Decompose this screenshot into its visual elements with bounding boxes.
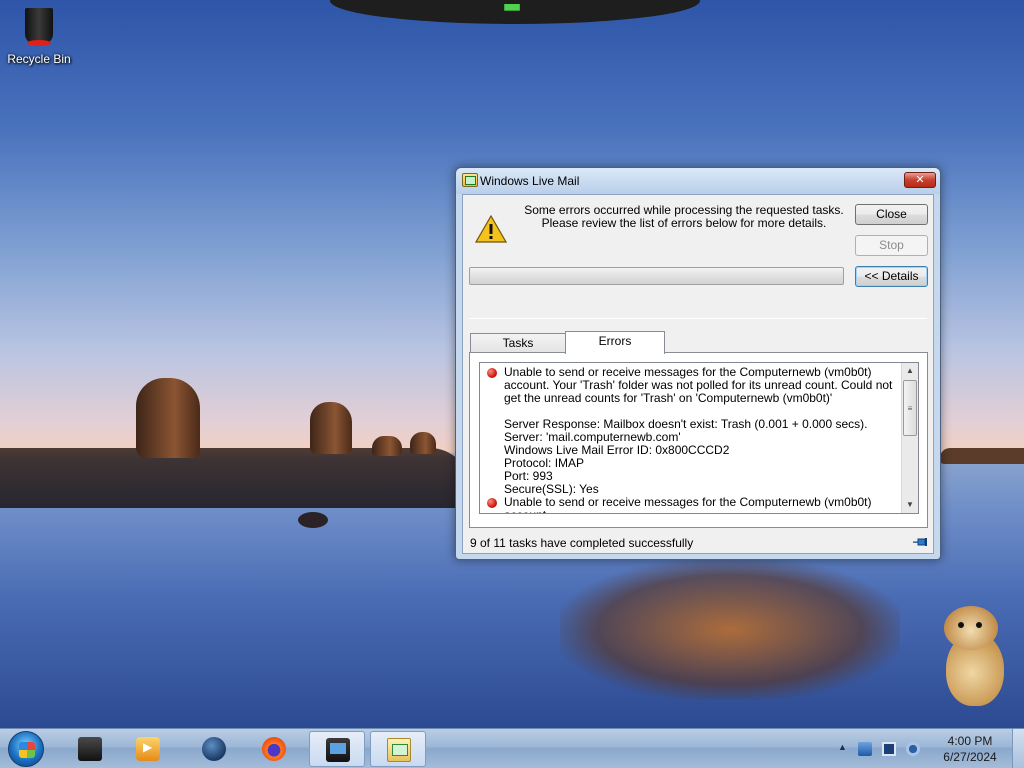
error-summary: Unable to send or receive messages for t… [504, 365, 893, 405]
show-hidden-icons-icon[interactable]: ▲ [838, 742, 847, 752]
error-item[interactable]: Unable to send or receive messages for t… [480, 366, 902, 405]
sea-stack [310, 402, 352, 454]
clock-time: 4:00 PM [947, 734, 993, 748]
vertical-scrollbar[interactable]: ▲ ≡ ▼ [901, 363, 918, 513]
tab-strip: Tasks Errors [469, 331, 929, 354]
taskbar-app-dark[interactable] [62, 731, 118, 767]
sea-stack [410, 432, 436, 454]
tab-tasks[interactable]: Tasks [470, 333, 566, 353]
scrollbar-thumb[interactable]: ≡ [903, 380, 917, 436]
sea-stack [372, 436, 402, 456]
divider [469, 318, 927, 319]
volume-icon[interactable] [906, 742, 920, 756]
windows-logo-icon [19, 742, 35, 758]
error-message-line2: Please review the list of errors below f… [541, 216, 827, 230]
error-icon [487, 368, 497, 378]
status-text: 9 of 11 tasks have completed successfull… [470, 536, 694, 550]
recycle-bin-icon [21, 4, 57, 48]
progress-bar [469, 267, 844, 285]
show-desktop-button[interactable] [1012, 729, 1024, 768]
globe-icon [202, 737, 226, 761]
details-button[interactable]: << Details [855, 266, 928, 287]
title-bar[interactable]: Windows Live Mail ✕ [456, 168, 940, 194]
hamster-gadget-icon[interactable] [938, 604, 1008, 708]
window-close-button[interactable]: ✕ [904, 172, 936, 188]
desktop-icon-recycle-bin[interactable]: Recycle Bin [6, 4, 72, 66]
error-details: Server Response: Mailbox doesn't exist: … [480, 405, 902, 496]
start-button[interactable] [8, 731, 44, 767]
error-detail-line: Protocol: IMAP [504, 456, 585, 470]
top-gadget: ▀▀ [330, 0, 700, 24]
errors-tab-panel: Unable to send or receive messages for t… [469, 352, 928, 528]
scroll-up-arrow-icon[interactable]: ▲ [902, 363, 918, 379]
dark-app-icon [78, 737, 102, 761]
clock-date: 6/27/2024 [943, 750, 997, 764]
close-button[interactable]: Close [855, 204, 928, 225]
water-reflection [560, 560, 900, 700]
tab-errors[interactable]: Errors [565, 331, 665, 354]
screen-app-icon [326, 738, 350, 762]
taskbar-app-windows-live-mail[interactable] [370, 731, 426, 767]
warning-icon [475, 215, 507, 243]
error-icon [487, 498, 497, 508]
error-list[interactable]: Unable to send or receive messages for t… [479, 362, 919, 514]
dialog-client-area: Some errors occurred while processing th… [462, 194, 934, 554]
error-item[interactable]: Unable to send or receive messages for t… [480, 495, 902, 514]
taskbar: ▲ 4:00 PM 6/27/2024 [0, 728, 1024, 768]
landscape-shore [0, 448, 470, 508]
taskbar-app-globe[interactable] [186, 731, 242, 767]
stop-button[interactable]: Stop [855, 235, 928, 256]
action-center-icon[interactable] [858, 742, 872, 756]
error-summary: Unable to send or receive messages for t… [504, 495, 872, 514]
system-tray: ▲ 4:00 PM 6/27/2024 [836, 729, 1024, 768]
window-title: Windows Live Mail [480, 174, 580, 188]
clock[interactable]: 4:00 PM 6/27/2024 [930, 733, 1010, 765]
taskbar-app-firefox[interactable] [246, 731, 302, 767]
windows-live-mail-icon [387, 738, 411, 762]
windows-live-mail-dialog: Windows Live Mail ✕ Some errors occurred… [455, 167, 941, 560]
media-player-icon [136, 737, 160, 761]
desktop-icon-label: Recycle Bin [7, 52, 71, 66]
error-message: Some errors occurred while processing th… [519, 204, 849, 230]
sea-stack [136, 378, 200, 458]
rock [298, 512, 328, 528]
windows-live-mail-icon [462, 173, 478, 187]
pin-icon[interactable] [913, 535, 929, 549]
landscape-right-shore [940, 448, 1024, 464]
scroll-down-arrow-icon[interactable]: ▼ [902, 497, 918, 513]
taskbar-app-media-player[interactable] [120, 731, 176, 767]
network-icon[interactable] [882, 742, 896, 756]
taskbar-app-screen[interactable] [309, 731, 365, 767]
firefox-icon [262, 737, 286, 761]
